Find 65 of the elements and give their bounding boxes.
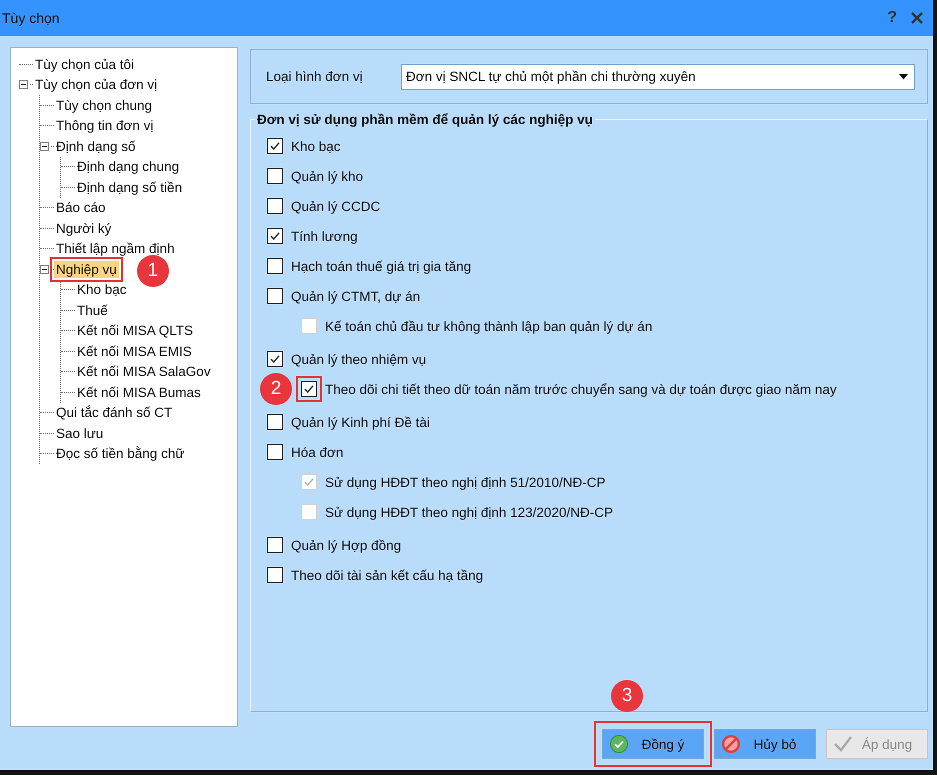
help-button[interactable]: ?	[887, 9, 897, 27]
checkbox-label: Quản lý theo nhiệm vụ	[291, 352, 426, 366]
tree-item[interactable]: Định dạng số tiền	[75, 178, 184, 196]
checkbox[interactable]	[267, 198, 283, 214]
collapse-icon[interactable]	[40, 142, 49, 151]
checkbox-label: Quản lý kho	[291, 168, 364, 184]
group-title: Đơn vị sử dụng phần mềm để quản lý các nghiệp vụ	[256, 112, 594, 127]
checkbox[interactable]	[267, 228, 283, 244]
check-icon	[269, 140, 281, 152]
checkbox[interactable]	[267, 414, 283, 430]
check-icon	[269, 230, 281, 242]
tree-item[interactable]: Qui tắc đánh số CT	[54, 404, 174, 422]
checkbox-label: Hóa đơn	[291, 444, 344, 460]
unit-type-label: Loại hình đơn vị	[266, 69, 364, 84]
checkbox[interactable]	[267, 351, 283, 367]
tree-item[interactable]: Tùy chọn của tôi	[33, 56, 136, 73]
checkbox-label: Theo dõi tài sản kết cấu hạ tầng	[291, 568, 484, 582]
tree-item[interactable]: Người ký	[54, 220, 114, 237]
checkbox-label: Quản lý CCDC	[291, 198, 380, 214]
check-icon	[269, 353, 281, 365]
window-title: Tùy chọn	[2, 10, 61, 26]
collapse-icon[interactable]	[19, 80, 28, 90]
check-icon	[303, 476, 315, 488]
checkbox[interactable]	[267, 288, 283, 304]
unit-type-dropdown[interactable]: Đơn vị SNCL tự chủ một phần chi thường xuyên	[401, 64, 915, 90]
checkbox[interactable]	[267, 567, 283, 583]
checkbox-label: Quản lý Kinh phí Đề tài	[291, 414, 430, 430]
tree-item[interactable]: Định dạng số	[54, 138, 138, 155]
checkbox-label: Sử dụng HĐĐT theo nghị định 123/2020/NĐ-CP	[325, 504, 613, 520]
tree-item[interactable]: Thông tin đơn vị	[54, 117, 156, 134]
tree-item[interactable]: Kết nối MISA SalaGov	[75, 363, 213, 380]
checkbox-label: Quản lý Hợp đồng	[291, 538, 402, 552]
tree-item[interactable]: Kết nối MISA EMIS	[75, 342, 194, 360]
tree-item[interactable]: Báo cáo	[54, 199, 108, 216]
checkbox-label: Kho bạc	[291, 138, 341, 154]
step-badge: 2	[260, 373, 292, 405]
tree-item[interactable]: Kết nối MISA QLTS	[75, 322, 196, 340]
step-badge: 1	[136, 254, 169, 287]
tree-item[interactable]: Thiết lập ngầm định	[54, 240, 177, 258]
tree-item[interactable]: Sao lưu	[54, 424, 106, 442]
checkbox-label: Quản lý CTMT, dự án	[291, 288, 420, 304]
close-icon[interactable]	[911, 12, 923, 24]
checkbox-label: Kế toán chủ đầu tư không thành lập ban quản lý dự án	[325, 318, 652, 334]
tree-item[interactable]: Tùy chọn của đơn vị	[33, 76, 160, 94]
tree-item[interactable]: Định dạng chung	[75, 158, 182, 176]
checkbox-label: Theo dõi chi tiết theo dữ toán năm trước chuyển sang và dự toán được giao năm nay	[325, 382, 837, 396]
check-icon	[833, 734, 853, 754]
checkbox[interactable]	[267, 138, 283, 154]
dialog-button[interactable]: Hủy bỏ	[714, 729, 816, 759]
caret-icon	[899, 74, 908, 80]
checkbox-label: Sử dụng HĐĐT theo nghị định 51/2010/NĐ-CP	[325, 474, 606, 490]
collapse-icon[interactable]	[40, 264, 49, 274]
checkbox[interactable]	[267, 537, 283, 553]
tree-item[interactable]: Tùy chọn chung	[54, 96, 154, 114]
prohibited-icon	[721, 734, 741, 754]
checkbox[interactable]	[267, 168, 283, 184]
checkbox-label: Tính lương	[291, 228, 358, 244]
step-badge: 3	[611, 680, 643, 712]
checkbox[interactable]	[267, 444, 283, 460]
tree-item[interactable]: Đọc số tiền bằng chữ	[54, 445, 186, 462]
checkbox[interactable]	[267, 258, 283, 274]
tree-item[interactable]: Kết nối MISA Bumas	[75, 384, 203, 401]
check-circle-icon	[609, 734, 629, 754]
checkbox-label: Hạch toán thuế giá trị gia tăng	[291, 258, 472, 274]
tree-item[interactable]: Thuế	[75, 302, 110, 319]
